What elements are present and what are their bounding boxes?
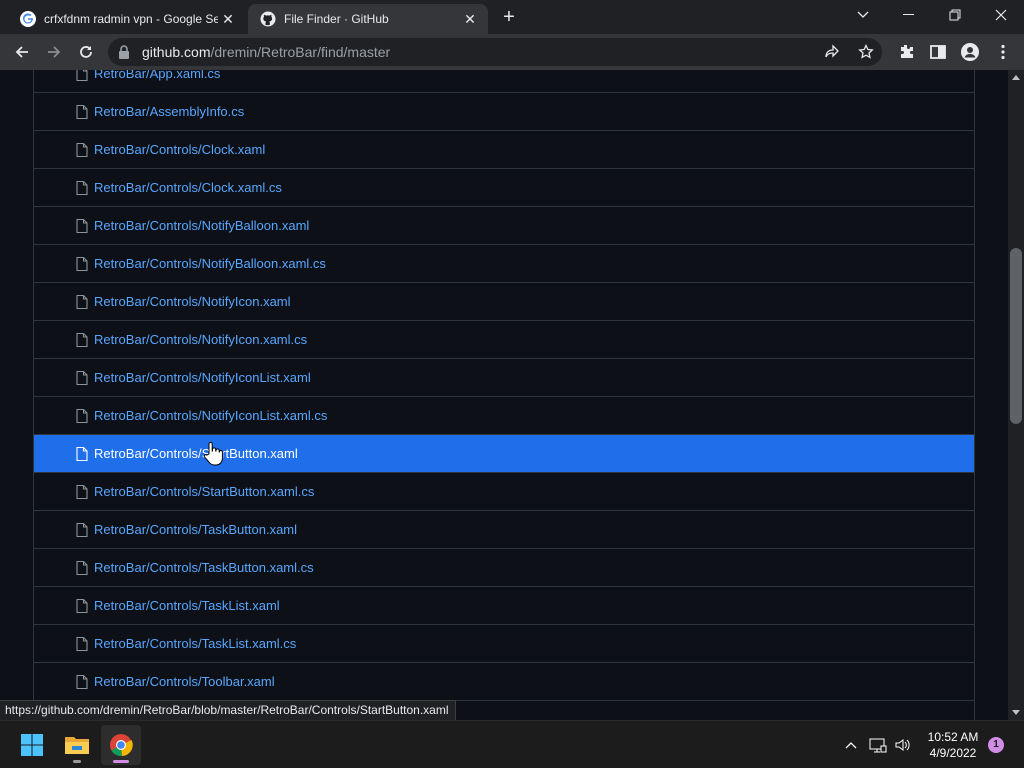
file-path-link[interactable]: RetroBar/Controls/StartButton.xaml.cs — [94, 484, 314, 499]
file-path-link[interactable]: RetroBar/Controls/Clock.xaml.cs — [94, 180, 282, 195]
tab-google-search[interactable]: crfxfdnm radmin vpn - Google Search ✕ — [8, 4, 246, 34]
file-icon — [76, 636, 88, 651]
file-result-row[interactable]: RetroBar/Controls/TaskList.xaml.cs — [34, 624, 974, 662]
tab-file-finder[interactable]: File Finder · GitHub ✕ — [248, 4, 488, 34]
file-result-row[interactable]: RetroBar/Controls/StartButton.xaml — [34, 434, 974, 472]
address-bar[interactable]: github.com/dremin/RetroBar/find/master — [108, 38, 882, 66]
file-result-row[interactable]: RetroBar/Controls/NotifyIcon.xaml — [34, 282, 974, 320]
restore-icon[interactable] — [932, 0, 978, 30]
tab-search-chevron-icon[interactable] — [840, 0, 886, 30]
file-icon — [76, 70, 88, 81]
more-menu-icon[interactable] — [994, 43, 1012, 61]
file-path-link[interactable]: RetroBar/Controls/Clock.xaml — [94, 142, 265, 157]
hand-cursor-icon — [203, 441, 223, 466]
start-icon[interactable] — [12, 725, 52, 765]
github-icon — [260, 11, 276, 27]
file-icon — [76, 256, 88, 271]
close-icon[interactable]: ✕ — [460, 9, 480, 29]
file-icon — [76, 218, 88, 233]
file-path-link[interactable]: RetroBar/Controls/NotifyIconList.xaml — [94, 370, 311, 385]
tab-title: File Finder · GitHub — [284, 12, 389, 26]
file-icon — [76, 598, 88, 613]
file-result-row[interactable]: RetroBar/Controls/NotifyIcon.xaml.cs — [34, 320, 974, 358]
file-icon — [76, 294, 88, 309]
file-icon — [76, 332, 88, 347]
file-path-link[interactable]: RetroBar/Controls/StartButton.xaml — [94, 446, 298, 461]
active-indicator — [113, 760, 129, 763]
file-path-link[interactable]: RetroBar/Controls/NotifyBalloon.xaml — [94, 218, 309, 233]
file-icon — [76, 180, 88, 195]
page-scrollbar[interactable] — [1008, 70, 1024, 720]
lock-icon[interactable] — [118, 45, 130, 64]
file-path-link[interactable]: RetroBar/Controls/NotifyBalloon.xaml.cs — [94, 256, 326, 271]
file-result-row[interactable]: RetroBar/Controls/NotifyBalloon.xaml.cs — [34, 244, 974, 282]
side-panel-icon[interactable] — [929, 43, 947, 61]
tab-title: crfxfdnm radmin vpn - Google Search — [44, 12, 218, 26]
file-path-link[interactable]: RetroBar/AssemblyInfo.cs — [94, 104, 244, 119]
tab-strip: crfxfdnm radmin vpn - Google Search ✕ Fi… — [0, 0, 1024, 34]
file-result-row[interactable]: RetroBar/Controls/StartButton.xaml.cs — [34, 472, 974, 510]
file-path-link[interactable]: RetroBar/Controls/TaskButton.xaml — [94, 522, 297, 537]
file-icon — [76, 142, 88, 157]
back-arrow-icon[interactable] — [8, 38, 36, 66]
google-icon — [20, 11, 36, 27]
running-indicator — [73, 760, 81, 763]
reload-icon[interactable] — [72, 38, 100, 66]
file-path-link[interactable]: RetroBar/Controls/NotifyIcon.xaml.cs — [94, 332, 307, 347]
file-result-row[interactable]: RetroBar/Controls/Clock.xaml — [34, 130, 974, 168]
scrollbar-thumb[interactable] — [1010, 248, 1022, 424]
file-path-link[interactable]: RetroBar/Controls/TaskList.xaml.cs — [94, 636, 296, 651]
clock-time: 10:52 AM — [927, 730, 979, 744]
close-icon[interactable]: ✕ — [218, 9, 238, 29]
file-result-row[interactable]: RetroBar/Controls/TaskButton.xaml.cs — [34, 548, 974, 586]
windows-taskbar: 10:52 AM 4/9/2022 1 — [0, 720, 1024, 768]
chevron-up-icon[interactable] — [842, 736, 860, 754]
file-path-link[interactable]: RetroBar/Controls/TaskList.xaml — [94, 598, 280, 613]
minimize-icon[interactable] — [886, 0, 932, 30]
file-path-link[interactable]: RetroBar/Controls/Toolbar.xaml — [94, 674, 275, 689]
file-icon — [76, 370, 88, 385]
url-text: github.com/dremin/RetroBar/find/master — [142, 44, 391, 60]
clock-date: 4/9/2022 — [929, 746, 977, 760]
file-explorer-icon[interactable] — [57, 725, 97, 765]
chrome-icon[interactable] — [101, 725, 141, 765]
file-result-row[interactable]: RetroBar/App.xaml.cs — [34, 70, 974, 92]
file-icon — [76, 484, 88, 499]
file-path-link[interactable]: RetroBar/Controls/NotifyIcon.xaml — [94, 294, 291, 309]
profile-avatar-icon[interactable] — [961, 43, 979, 61]
file-path-link[interactable]: RetroBar/Controls/TaskButton.xaml.cs — [94, 560, 314, 575]
file-icon — [76, 674, 88, 689]
notification-badge[interactable]: 1 — [988, 737, 1004, 753]
volume-icon[interactable] — [894, 736, 912, 754]
file-result-row[interactable]: RetroBar/Controls/Toolbar.xaml — [34, 662, 974, 700]
scroll-up-arrow-icon[interactable] — [1012, 75, 1020, 80]
file-result-row[interactable]: RetroBar/Controls/TaskList.xaml — [34, 586, 974, 624]
file-result-row[interactable]: RetroBar/Controls/TaskButton.xaml — [34, 510, 974, 548]
file-icon — [76, 104, 88, 119]
file-result-row[interactable]: RetroBar/Controls/NotifyIconList.xaml — [34, 358, 974, 396]
file-icon — [76, 446, 88, 461]
window-close-icon[interactable] — [978, 0, 1024, 30]
file-result-row[interactable]: RetroBar/Controls/Clock.xaml.cs — [34, 168, 974, 206]
file-result-row[interactable]: RetroBar/Controls/NotifyBalloon.xaml — [34, 206, 974, 244]
file-result-row[interactable]: RetroBar/Controls/NotifyIconList.xaml.cs — [34, 396, 974, 434]
bookmark-star-icon[interactable] — [858, 43, 874, 60]
link-status-bubble: https://github.com/dremin/RetroBar/blob/… — [0, 700, 456, 720]
network-icon[interactable] — [869, 736, 887, 754]
file-result-row[interactable]: RetroBar/AssemblyInfo.cs — [34, 92, 974, 130]
browser-toolbar: github.com/dremin/RetroBar/find/master — [0, 34, 1024, 70]
file-finder-list: RetroBar/App.xaml.cs RetroBar/AssemblyInf… — [33, 70, 975, 720]
share-icon[interactable] — [824, 44, 840, 60]
file-path-link[interactable]: RetroBar/Controls/NotifyIconList.xaml.cs — [94, 408, 327, 423]
scroll-down-arrow-icon[interactable] — [1012, 710, 1020, 715]
file-icon — [76, 560, 88, 575]
file-path-link[interactable]: RetroBar/App.xaml.cs — [94, 70, 220, 81]
file-icon — [76, 522, 88, 537]
new-tab-plus-icon[interactable]: + — [498, 7, 520, 29]
extensions-puzzle-icon[interactable] — [897, 43, 915, 61]
file-icon — [76, 408, 88, 423]
forward-arrow-icon[interactable] — [40, 38, 68, 66]
page-content: RetroBar/App.xaml.cs RetroBar/AssemblyInf… — [0, 70, 1008, 720]
taskbar-clock[interactable]: 10:52 AM 4/9/2022 — [922, 729, 984, 761]
